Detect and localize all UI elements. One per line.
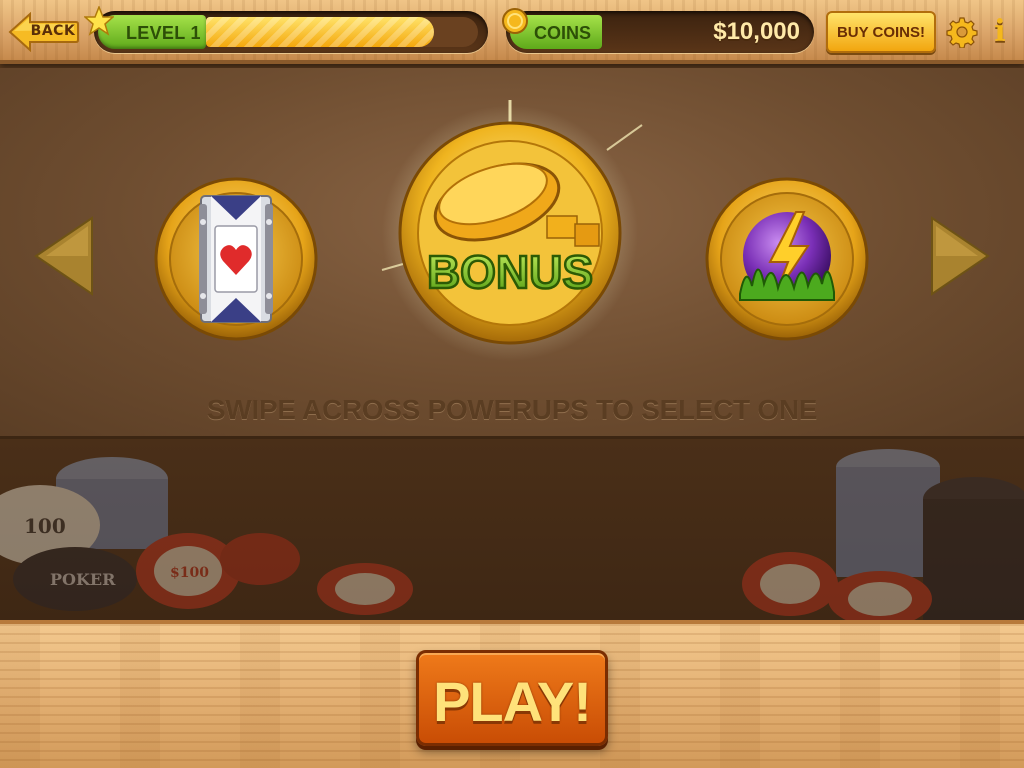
back-label: BACK bbox=[30, 23, 76, 39]
chip-poker-label: POKER bbox=[50, 570, 116, 589]
back-button[interactable]: BACK bbox=[8, 12, 79, 52]
top-bar: BACK LEVEL 1 COINS $10,000 BUY COINS! i bbox=[0, 0, 1024, 64]
play-button[interactable]: PLAY! bbox=[416, 650, 608, 746]
powerup-slot-reel[interactable] bbox=[153, 176, 319, 342]
play-label: PLAY! bbox=[433, 670, 592, 733]
stage-divider bbox=[0, 436, 1024, 439]
level-tag: LEVEL 1 bbox=[98, 15, 206, 49]
level-progress: LEVEL 1 bbox=[94, 11, 488, 53]
level-progress-bar bbox=[206, 17, 478, 47]
buy-coins-label: BUY COINS! bbox=[836, 24, 926, 41]
info-button[interactable]: i bbox=[990, 14, 1010, 50]
coins-label: COINS bbox=[534, 23, 592, 43]
coins-value: $10,000 bbox=[713, 18, 800, 45]
gear-icon[interactable] bbox=[946, 16, 978, 48]
chip-100-dollar-label: $100 bbox=[170, 565, 209, 581]
level-progress-fill bbox=[206, 17, 435, 47]
level-label: LEVEL 1 bbox=[126, 23, 201, 43]
chevron-left-icon[interactable] bbox=[32, 214, 96, 298]
powerup-bonus[interactable]: BONUS bbox=[381, 100, 643, 361]
coin-icon bbox=[502, 8, 528, 34]
coins-display: COINS $10,000 bbox=[506, 11, 814, 53]
buy-coins-button[interactable]: BUY COINS! bbox=[826, 11, 936, 53]
star-icon bbox=[84, 6, 114, 36]
poker-chips-decoration: 100 POKER $100 bbox=[0, 449, 1024, 620]
slot-reel-icon bbox=[199, 195, 273, 323]
powerup-lightning[interactable] bbox=[704, 176, 870, 342]
chevron-right-icon[interactable] bbox=[928, 214, 992, 298]
chips-table: 100 POKER $100 bbox=[0, 439, 1024, 620]
chip-100-label: 100 bbox=[24, 514, 66, 538]
powerup-hint: SWIPE ACROSS POWERUPS TO SELECT ONE bbox=[206, 394, 818, 425]
bonus-label: BONUS bbox=[427, 246, 593, 298]
